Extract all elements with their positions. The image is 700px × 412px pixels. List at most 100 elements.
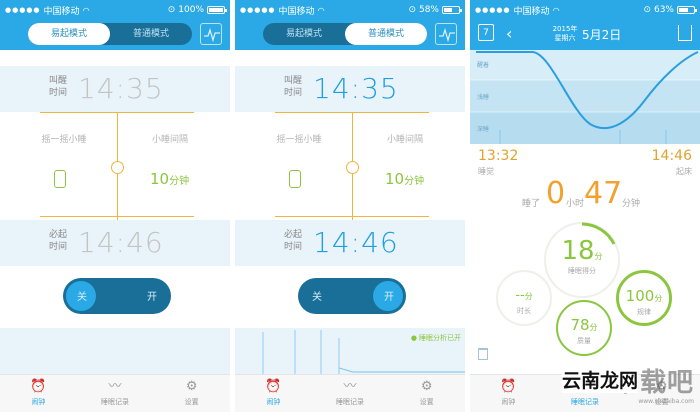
- wake-up-time: 14:46: [651, 148, 692, 164]
- wifi-icon: ◠: [552, 5, 560, 15]
- must-time-value[interactable]: 14:46: [78, 226, 164, 259]
- lock-icon: ⊙: [408, 5, 416, 15]
- sleep-start-time: 13:32: [478, 148, 519, 164]
- trash-icon[interactable]: [478, 348, 488, 360]
- report-nav-bar: 7 ‹ 2015年 星期六 5月2日: [470, 20, 700, 50]
- tab-alarm[interactable]: ⏰ 闹钟: [235, 375, 312, 412]
- report-date: 5月2日: [582, 28, 622, 42]
- wifi-icon: ◠: [317, 5, 325, 15]
- top-bar: 易起模式 普通模式: [0, 20, 230, 50]
- mode-switch[interactable]: 易起模式 普通模式: [263, 23, 427, 45]
- tab-alarm[interactable]: ⏰ 闹钟: [0, 375, 77, 412]
- alarm-toggle[interactable]: 关 开: [63, 278, 171, 314]
- lock-icon: ⊙: [167, 5, 176, 15]
- nap-interval-label: 小睡间隔: [151, 135, 188, 145]
- toggle-off-label: 关: [312, 292, 322, 303]
- toggle-on-label: 开: [147, 292, 157, 303]
- alarm-settings: 摇一摇小睡 小睡间隔 10分钟: [0, 112, 230, 222]
- must-time-band[interactable]: 必起时间 14:46: [0, 220, 230, 266]
- regularity-score-circle[interactable]: 100分 规律: [616, 270, 672, 326]
- sleep-monitor-chart: 睡眠分析已开: [235, 328, 465, 374]
- sleep-analysis-legend: 睡眠分析已开: [411, 333, 461, 343]
- minutes-unit: 分钟: [622, 199, 641, 209]
- nap-interval-value[interactable]: 10分钟: [150, 170, 189, 188]
- mode-normal-option[interactable]: 普通模式: [110, 23, 192, 45]
- tab-sleep-record[interactable]: 〰睡眠记录: [312, 375, 389, 412]
- regularity-score-value: 100分: [625, 287, 663, 305]
- sleep-curve: [470, 50, 700, 144]
- sleep-monitor-chart: [0, 328, 230, 374]
- regularity-score-label: 规律: [637, 308, 651, 316]
- alarm-clock-icon: [111, 161, 124, 174]
- wake-time-band[interactable]: 叫醒时间 14:35: [235, 66, 465, 112]
- tab-sleep-record[interactable]: 〰睡眠记录: [77, 375, 154, 412]
- shake-phone-icon[interactable]: [54, 170, 66, 188]
- wake-time-label: 叫醒时间: [283, 76, 302, 98]
- calendar-icon[interactable]: 7: [478, 24, 494, 41]
- battery-fill: [679, 8, 688, 12]
- phone-normal-mode: ●●●●● 中国移动 ◠ ⊙ 58% 易起模式 普通模式 叫醒时间 14:35: [235, 0, 465, 412]
- sleep-score-label: 睡眠得分: [568, 267, 596, 275]
- level-awake: 醒着: [477, 62, 490, 69]
- record-tab-icon: 〰: [343, 379, 357, 394]
- duration-score-value: --分: [515, 288, 533, 303]
- battery-percent: 100%: [178, 5, 204, 15]
- shake-nap-label: 摇一摇小睡: [276, 135, 322, 145]
- duration-minutes: 47: [584, 176, 623, 211]
- sleep-duration: 睡了 0 小时 47 分钟: [470, 174, 700, 214]
- shake-phone-icon[interactable]: [289, 170, 301, 188]
- quality-score-circle[interactable]: 78分 质量: [556, 300, 612, 356]
- tab-settings[interactable]: ⚙ 设置: [153, 375, 230, 412]
- alarm-clock-icon: [346, 161, 359, 174]
- mode-normal-option[interactable]: 普通模式: [345, 23, 427, 45]
- mode-easy-option[interactable]: 易起模式: [28, 23, 110, 45]
- battery-fill: [209, 8, 223, 12]
- nap-interval-label: 小睡间隔: [386, 135, 423, 145]
- level-light: 浅睡: [477, 94, 490, 101]
- mode-easy-option[interactable]: 易起模式: [263, 23, 345, 45]
- battery-icon: [677, 6, 697, 14]
- sleep-chart-button[interactable]: [435, 23, 457, 45]
- wake-time-band[interactable]: 叫醒时间 14:35: [0, 66, 230, 112]
- tab-bar: ⏰闹钟 〰睡眠记录 ⚙设置: [235, 374, 465, 412]
- watermark-url: www.xiazaiba.com: [638, 398, 694, 405]
- toggle-on-label: 开: [384, 292, 394, 303]
- wave-icon: [439, 27, 455, 43]
- tab-alarm[interactable]: ⏰ 闹钟: [470, 375, 547, 412]
- hours-unit: 小时: [566, 199, 585, 209]
- duration-score-circle[interactable]: --分 时长: [496, 270, 552, 326]
- must-time-label: 必起时间: [48, 230, 67, 252]
- alarm-settings: 摇一摇小睡 小睡间隔 10分钟: [235, 112, 465, 222]
- top-bar: 易起模式 普通模式: [235, 20, 465, 50]
- level-deep: 深睡: [477, 126, 490, 133]
- sleep-chart-button[interactable]: [200, 23, 222, 45]
- tab-bar: ⏰闹钟 〰睡眠记录 ⚙设置: [0, 374, 230, 412]
- mode-switch[interactable]: 易起模式 普通模式: [28, 23, 192, 45]
- sleep-score-circle[interactable]: 18分 睡眠得分: [544, 222, 620, 298]
- must-time-band[interactable]: 必起时间 14:46: [235, 220, 465, 266]
- previous-day-button[interactable]: ‹: [506, 24, 512, 43]
- wake-time-label: 叫醒时间: [48, 76, 67, 98]
- shake-nap-label: 摇一摇小睡: [41, 135, 87, 145]
- quality-score-label: 质量: [577, 337, 591, 345]
- share-icon[interactable]: [678, 25, 692, 41]
- lock-icon: ⊙: [643, 5, 651, 15]
- phone-easy-mode: ●●●●● 中国移动 ◠ ⊙ 100% 易起模式 普通模式 叫醒时间 14:35: [0, 0, 230, 412]
- sleep-score-value: 18分: [561, 236, 603, 266]
- tab-settings[interactable]: ⚙ 设置: [388, 375, 465, 412]
- must-time-value[interactable]: 14:46: [313, 226, 399, 259]
- gear-icon: ⚙: [185, 379, 198, 394]
- status-bar: ●●●●● 中国移动 ◠ ⊙ 63%: [470, 0, 700, 20]
- phone-sleep-report: ●●●●● 中国移动 ◠ ⊙ 63% 7 ‹ 2015年 星期六 5月2日 醒着…: [470, 0, 700, 412]
- wake-time-value[interactable]: 14:35: [78, 72, 164, 105]
- battery-icon: [207, 6, 227, 14]
- nap-interval-value[interactable]: 10分钟: [385, 170, 424, 188]
- signal-icon: ●●●●●: [240, 6, 276, 14]
- status-bar: ●●●●● 中国移动 ◠ ⊙ 58%: [235, 0, 465, 20]
- alarm-toggle[interactable]: 关 开: [298, 278, 406, 314]
- wake-time-value[interactable]: 14:35: [313, 72, 399, 105]
- alarm-tab-icon: ⏰: [500, 379, 517, 394]
- alarm-tab-icon: ⏰: [30, 379, 47, 394]
- record-tab-icon: 〰: [108, 379, 122, 394]
- alarm-tab-icon: ⏰: [265, 379, 282, 394]
